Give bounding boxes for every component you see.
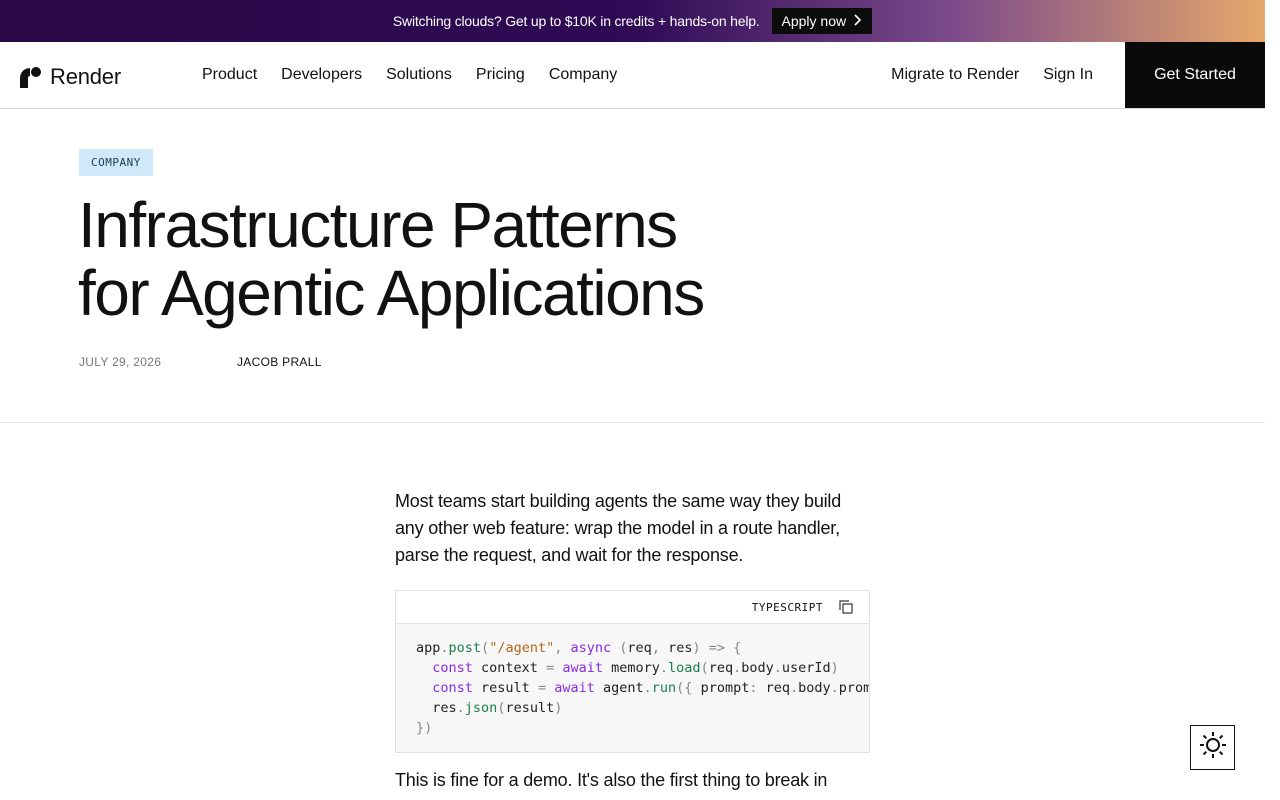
copy-icon[interactable] [839, 600, 853, 614]
nav-link-developers[interactable]: Developers [281, 66, 362, 84]
chevron-right-icon [854, 13, 862, 29]
logo-wordmark: Render [50, 64, 121, 89]
code-language-label: TYPESCRIPT [751, 600, 823, 614]
render-logo[interactable]: Render [20, 64, 121, 90]
nav-links: Product Developers Solutions Pricing Com… [202, 42, 617, 108]
nav-actions: Migrate to Render Sign In [891, 42, 1093, 108]
theme-toggle-button[interactable] [1190, 725, 1235, 770]
page-title: Infrastructure Patterns for Agentic Appl… [78, 191, 838, 327]
code-content: app.post("/agent", async (req, res) => {… [416, 640, 869, 736]
intro-paragraph: Most teams start building agents the sam… [395, 491, 842, 565]
main-nav: Render Product Developers Solutions Pric… [0, 42, 1265, 109]
sun-icon [1199, 731, 1227, 764]
title-line-2: for Agentic Applications [78, 257, 705, 329]
article-header: COMPANY Infrastructure Patterns for Agen… [0, 109, 1265, 423]
author-name[interactable]: JACOB PRALL [237, 355, 322, 369]
code-block: TYPESCRIPT app.post("/agent", async (req… [395, 590, 870, 753]
article-body: Most teams start building agents the sam… [395, 478, 870, 794]
code-header: TYPESCRIPT [396, 591, 869, 624]
promo-banner: Switching clouds? Get up to $10K in cred… [0, 0, 1265, 42]
category-tag[interactable]: COMPANY [79, 149, 153, 176]
get-started-button[interactable]: Get Started [1125, 42, 1265, 108]
nav-link-product[interactable]: Product [202, 66, 257, 84]
promo-text: Switching clouds? Get up to $10K in cred… [392, 13, 760, 29]
render-logo-icon [20, 66, 42, 88]
followup-paragraph: This is fine for a demo. It's also the f… [395, 770, 828, 790]
migrate-link[interactable]: Migrate to Render [891, 66, 1019, 84]
apply-now-label: Apply now [781, 13, 847, 29]
nav-link-company[interactable]: Company [549, 66, 617, 84]
sign-in-link[interactable]: Sign In [1043, 66, 1093, 84]
nav-link-solutions[interactable]: Solutions [386, 66, 452, 84]
nav-link-pricing[interactable]: Pricing [476, 66, 525, 84]
apply-now-button[interactable]: Apply now [771, 8, 873, 34]
publish-date: JULY 29, 2026 [79, 355, 162, 369]
title-line-1: Infrastructure Patterns [78, 189, 678, 261]
